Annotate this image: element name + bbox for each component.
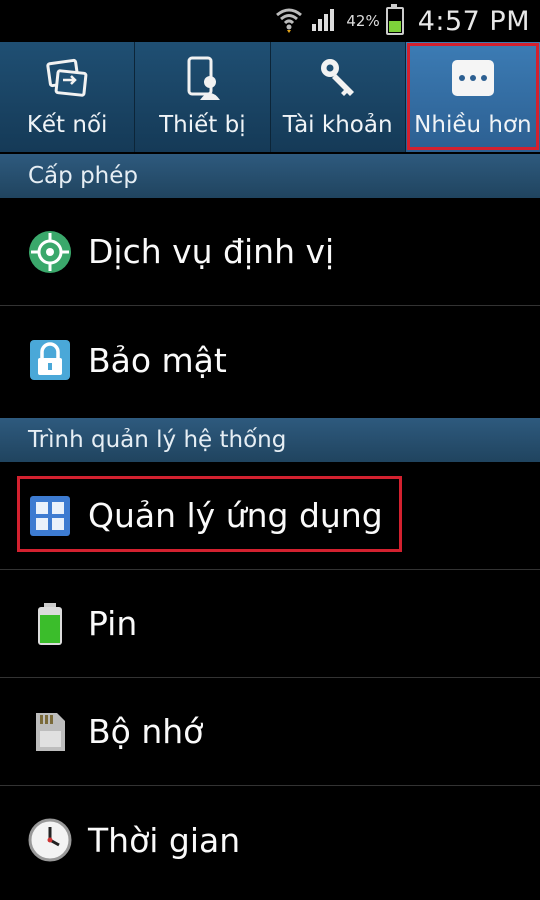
- location-icon: [26, 228, 74, 276]
- tab-accounts[interactable]: Tài khoản: [271, 42, 406, 152]
- item-label: Pin: [88, 604, 138, 643]
- battery-icon: [26, 600, 74, 648]
- item-label: Dịch vụ định vị: [88, 232, 335, 271]
- status-bar: 42% 4:57 PM: [0, 0, 540, 42]
- signal-icon: [310, 6, 340, 36]
- key-icon: [316, 56, 360, 100]
- list-item-security[interactable]: Bảo mật: [0, 306, 540, 414]
- list-item-battery[interactable]: Pin: [0, 570, 540, 678]
- list-item-location-services[interactable]: Dịch vụ định vị: [0, 198, 540, 306]
- item-label: Bảo mật: [88, 340, 227, 380]
- tab-label: Thiết bị: [159, 112, 246, 138]
- settings-tab-bar: Kết nối Thiết bị Tài khoản Nhiều hơn: [0, 42, 540, 152]
- section-header-permissions: Cấp phép: [0, 154, 540, 198]
- list-item-date-time[interactable]: Thời gian: [0, 786, 540, 894]
- tab-label: Tài khoản: [282, 112, 393, 138]
- tab-connections[interactable]: Kết nối: [0, 42, 136, 152]
- item-label: Thời gian: [88, 820, 241, 860]
- storage-icon: [26, 708, 74, 756]
- battery-percent: 42%: [346, 12, 380, 30]
- highlight-box: [17, 476, 402, 552]
- tab-label: Kết nối: [26, 112, 108, 138]
- section-header-system-manager: Trình quản lý hệ thống: [0, 418, 540, 462]
- tab-device[interactable]: Thiết bị: [135, 42, 271, 152]
- device-icon: [180, 56, 224, 100]
- clock-icon: [26, 816, 74, 864]
- battery-status-icon: [385, 4, 404, 35]
- tab-more[interactable]: Nhiều hơn: [405, 42, 540, 152]
- connections-icon: [45, 56, 89, 100]
- item-label: Bộ nhớ: [88, 712, 204, 751]
- more-icon: [451, 60, 494, 96]
- lock-icon: [26, 336, 74, 384]
- list-item-storage[interactable]: Bộ nhớ: [0, 678, 540, 786]
- wifi-icon: [274, 5, 304, 37]
- status-time: 4:57 PM: [417, 5, 530, 37]
- tab-label: Nhiều hơn: [414, 112, 532, 138]
